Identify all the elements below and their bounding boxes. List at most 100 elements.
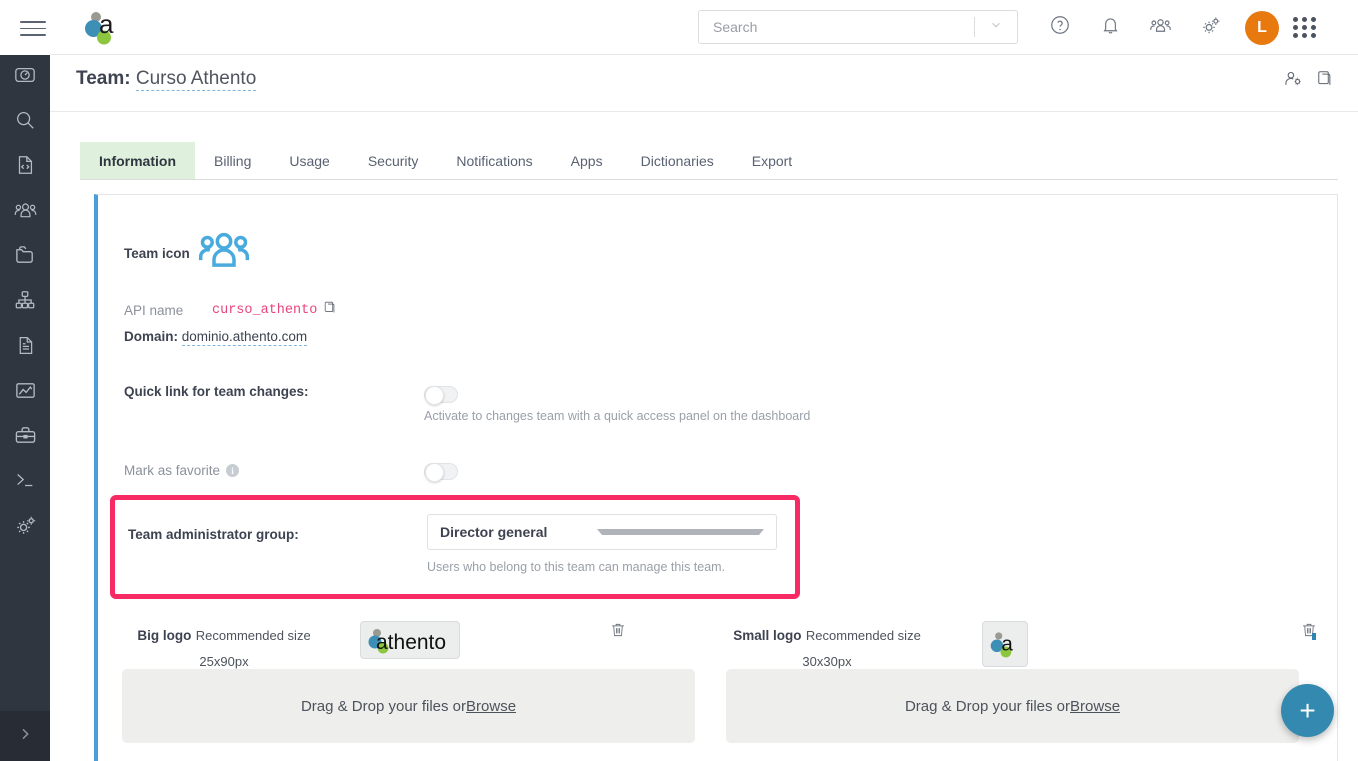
gears-icon [14,514,37,542]
topbar-actions: L [1035,0,1323,55]
terminal-icon [14,469,36,496]
svg-text:a: a [1001,632,1013,655]
favorite-toggle[interactable] [424,463,458,480]
small-logo-dropzone-text: Drag & Drop your files or [905,698,1070,715]
svg-text:athento: athento [376,631,446,654]
small-logo-dropzone[interactable]: Drag & Drop your files or Browse [726,669,1299,743]
search-input[interactable] [699,11,974,43]
sidebar-item-administration[interactable] [0,505,50,550]
manage-users-button[interactable] [1282,69,1304,93]
sidebar-item-console[interactable] [0,460,50,505]
help-button[interactable] [1035,0,1085,55]
search-dropdown-button[interactable] [975,18,1017,37]
page-title-prefix: Team: [76,68,131,89]
tab-notifications[interactable]: Notifications [437,142,551,179]
big-logo-preview[interactable]: athento [360,621,460,659]
small-logo-recommendation: Recommended size 30x30px [802,628,920,669]
duplicate-button[interactable] [1314,69,1336,93]
tab-usage[interactable]: Usage [270,142,348,179]
chevron-down-icon [597,529,764,535]
chevron-right-icon [17,726,33,747]
tab-security[interactable]: Security [349,142,438,179]
small-logo-preview[interactable]: a [982,621,1028,667]
big-logo-delete-button[interactable] [609,621,627,644]
notifications-button[interactable] [1085,0,1135,55]
info-icon[interactable]: i [226,464,239,477]
help-icon [1049,14,1071,41]
add-button[interactable]: + [1281,684,1334,737]
app-root: a [0,0,1358,761]
chart-icon [14,379,37,407]
tab-apps[interactable]: Apps [552,142,622,179]
page-header-actions [1282,69,1336,93]
quick-link-row: Quick link for team changes: Activate to… [124,383,309,401]
apps-grid-icon[interactable] [1293,17,1317,38]
small-logo-caption: Small logo Recommended size 30x30px [727,623,927,674]
big-logo-title: Big logo [137,628,191,643]
folder-icon [14,244,37,272]
avatar[interactable]: L [1245,11,1279,45]
tab-export[interactable]: Export [733,142,811,179]
domain-value[interactable]: dominio.athento.com [182,329,307,346]
quick-link-toggle[interactable] [424,386,458,403]
code-file-icon [14,154,36,181]
big-logo-dropzone[interactable]: Drag & Drop your files or Browse [122,669,695,743]
tab-information[interactable]: Information [80,142,195,179]
trash-icon [609,626,627,643]
sidebar-item-tools[interactable] [0,415,50,460]
admin-group-select[interactable]: Director general [427,514,777,550]
big-logo-recommendation: Recommended size 25x90px [196,628,311,669]
domain-row: Domain: dominio.athento.com [124,329,307,344]
copy-api-name-button[interactable] [323,300,338,320]
left-sidebar [0,0,50,761]
search-box[interactable] [698,10,1018,44]
dashboard-icon [14,64,36,91]
sidebar-item-documents[interactable] [0,325,50,370]
sidebar-item-dashboard[interactable] [0,55,50,100]
hamburger-icon[interactable] [20,16,46,41]
quick-link-label: Quick link for team changes: [124,384,309,399]
athento-logo[interactable]: a [80,6,126,48]
search-icon [14,109,36,136]
admin-group-selected-value: Director general [440,524,597,540]
chevron-down-icon [989,18,1003,37]
users-icon [1149,14,1172,42]
copy-icon [323,300,338,320]
sidebar-expand-button[interactable] [0,711,50,761]
admin-group-label: Team administrator group: [128,527,299,542]
favorite-row: Mark as favorite i [124,463,239,478]
sidebar-item-search[interactable] [0,100,50,145]
sidebar-item-reports[interactable] [0,370,50,415]
api-name-label: API name [124,303,212,318]
team-name-editable[interactable]: Curso Athento [136,68,256,91]
settings-button[interactable] [1185,0,1235,55]
tab-billing[interactable]: Billing [195,142,270,179]
api-name-value: curso_athento [212,303,317,318]
sidebar-item-hierarchy[interactable] [0,280,50,325]
scroll-marker [1312,633,1316,640]
quick-link-hint: Activate to changes team with a quick ac… [424,409,810,423]
api-name-row: API name curso_athento [124,300,338,320]
document-icon [15,335,36,361]
favorite-label: Mark as favorite [124,463,220,478]
sidebar-item-code[interactable] [0,145,50,190]
svg-text:a: a [99,9,114,39]
page-title: Team: Curso Athento [76,68,256,90]
team-icon-label: Team icon [124,246,190,261]
information-panel: Team icon API name curso_athento Domain: [94,194,1338,761]
toolbox-icon [14,424,37,452]
users-button[interactable] [1135,0,1185,55]
settings-gears-icon [1199,14,1222,42]
tab-bar: Information Billing Usage Security Notif… [80,142,1338,180]
admin-group-hint: Users who belong to this team can manage… [427,560,725,574]
admin-group-highlight: Team administrator group: Director gener… [110,495,800,599]
page-header: Team: Curso Athento [50,55,1358,112]
sitemap-icon [14,289,36,316]
team-icon-row: Team icon [124,231,250,276]
sidebar-item-teams[interactable] [0,190,50,235]
team-group-icon[interactable] [198,231,250,276]
big-logo-browse-link[interactable]: Browse [466,698,516,715]
small-logo-browse-link[interactable]: Browse [1070,698,1120,715]
sidebar-item-folders[interactable] [0,235,50,280]
tab-dictionaries[interactable]: Dictionaries [622,142,733,179]
